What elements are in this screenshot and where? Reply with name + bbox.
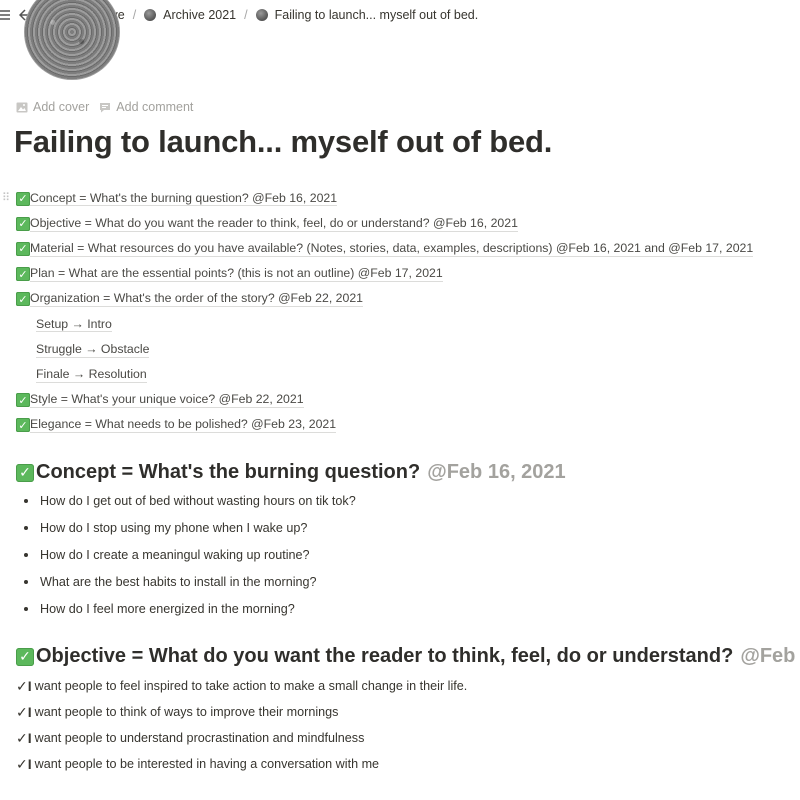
add-comment-label: Add comment [116, 100, 194, 114]
date-mention[interactable]: @Feb 16, 2 [740, 645, 800, 668]
objective-heading[interactable]: ✓ Objective = What do you want the reade… [16, 645, 800, 668]
list-item-text: want people to be interested in having a… [34, 757, 380, 771]
page-icon[interactable] [24, 0, 120, 80]
list-item-text: How do I create a meaningul waking up ro… [40, 547, 310, 562]
add-cover-label: Add cover [33, 100, 90, 114]
comment-icon [100, 102, 111, 112]
bullet-icon [24, 606, 28, 611]
concept-heading[interactable]: ✓ Concept = What's the burning question?… [16, 461, 566, 484]
page-title[interactable]: Failing to launch... myself out of bed. [14, 124, 552, 160]
breadcrumb-label: Failing to launch... myself out of bed. [274, 8, 479, 22]
toc-item[interactable]: ✓ Material = What resources do you have … [16, 236, 800, 261]
checkmark-icon: ✓ [16, 191, 30, 206]
toc-subitem[interactable]: Struggle → Obstacle [16, 337, 800, 362]
objective-list: ✓I want people to feel inspired to take … [16, 673, 796, 777]
topbar: Archive / Archive 2021 / Failing to laun… [0, 0, 800, 30]
checkmark-icon: ✓ [16, 463, 34, 482]
checkmark-icon: ✓ [16, 418, 30, 433]
breadcrumb-current-page[interactable]: Failing to launch... myself out of bed. [255, 8, 479, 22]
breadcrumb-separator: / [132, 8, 137, 22]
image-icon [16, 102, 28, 112]
toc-item-link[interactable]: Elegance = What needs to be polished? @F… [30, 417, 337, 434]
bullet-icon [24, 579, 28, 584]
breadcrumb-archive-2021[interactable]: Archive 2021 [144, 8, 236, 22]
bullet-icon [24, 552, 28, 557]
list-item[interactable]: How do I stop using my phone when I wake… [20, 515, 780, 542]
bullet-icon [24, 526, 28, 531]
toc-item-link[interactable]: Concept = What's the burning question? @… [30, 191, 338, 207]
list-item[interactable]: How do I create a meaningul waking up ro… [20, 542, 780, 569]
toc-list: ⠿ ✓ Concept = What's the burning questio… [2, 186, 800, 438]
breadcrumb-label: Archive 2021 [163, 8, 237, 22]
list-item-text: want people to think of ways to improve … [34, 705, 339, 719]
checkmark-icon: ✓I [16, 703, 32, 720]
list-item[interactable]: ✓I want people to understand procrastina… [16, 725, 796, 751]
list-item[interactable]: How do I get out of bed without wasting … [20, 488, 780, 515]
toc-item-link[interactable]: Finale → Resolution [36, 367, 147, 383]
list-item[interactable]: What are the best habits to install in t… [20, 568, 780, 595]
list-item-text: want people to feel inspired to take act… [34, 679, 468, 693]
toc-item-link[interactable]: Material = What resources do you have av… [30, 241, 754, 257]
list-item[interactable]: ✓I want people to feel inspired to take … [16, 673, 796, 699]
drag-handle-icon[interactable]: ⠿ [2, 192, 10, 204]
checkmark-icon: ✓ [16, 393, 30, 408]
checkmark-icon: ✓ [16, 267, 30, 282]
list-item-text: How do I feel more energized in the morn… [40, 601, 295, 616]
toc-item-link[interactable]: Organization = What's the order of the s… [30, 291, 364, 308]
date-mention[interactable]: @Feb 16, 2021 [427, 461, 565, 484]
checkmark-icon: ✓I [16, 755, 32, 772]
toc-item[interactable]: ✓ Plan = What are the essential points? … [16, 262, 800, 287]
toc-item-link[interactable]: Plan = What are the essential points? (t… [30, 266, 443, 283]
checkmark-icon: ✓ [16, 216, 30, 231]
heading-text: Objective = What do you want the reader … [36, 645, 734, 667]
checkmark-icon: ✓ [16, 292, 30, 307]
toc-item[interactable]: ✓ Elegance = What needs to be polished? … [16, 413, 800, 438]
page-actions: Add cover Add comment [16, 100, 193, 114]
list-item-text: What are the best habits to install in t… [40, 574, 317, 589]
toc-item-link[interactable]: Struggle → Obstacle [36, 342, 150, 358]
list-item[interactable]: How do I feel more energized in the morn… [20, 595, 780, 622]
checkmark-icon: ✓ [16, 647, 34, 666]
page-avatar-icon [255, 9, 268, 21]
toc-item[interactable]: ✓ Organization = What's the order of the… [16, 287, 800, 312]
heading-text: Concept = What's the burning question? [36, 461, 421, 483]
checkmark-icon: ✓ [16, 241, 30, 256]
toc-subitem[interactable]: Finale → Resolution [16, 362, 800, 387]
toc-item[interactable]: ✓ Style = What's your unique voice? @Feb… [16, 388, 800, 413]
concept-bullet-list: How do I get out of bed without wasting … [20, 488, 780, 622]
menu-icon[interactable] [0, 0, 11, 30]
add-comment-button[interactable]: Add comment [99, 100, 193, 114]
toc-subitem[interactable]: Setup → Intro [16, 312, 800, 337]
toc-item-link[interactable]: Objective = What do you want the reader … [30, 216, 518, 232]
page: Archive / Archive 2021 / Failing to laun… [0, 0, 800, 800]
checkmark-icon: ✓I [16, 729, 32, 746]
checkmark-icon: ✓I [16, 677, 32, 694]
list-item-text: How do I stop using my phone when I wake… [40, 521, 308, 536]
page-avatar-icon [144, 9, 157, 21]
list-item[interactable]: ✓I want people to think of ways to impro… [16, 699, 796, 725]
list-item-text: want people to understand procrastinatio… [34, 731, 365, 745]
toc-item[interactable]: ✓ Concept = What's the burning question?… [16, 186, 800, 211]
bullet-icon [24, 499, 28, 504]
list-item-text: How do I get out of bed without wasting … [40, 494, 356, 509]
list-item[interactable]: ✓I want people to be interested in havin… [16, 751, 796, 777]
toc-item[interactable]: ✓ Objective = What do you want the reade… [16, 211, 800, 236]
add-cover-button[interactable]: Add cover [16, 100, 89, 114]
toc-item-link[interactable]: Setup → Intro [36, 317, 112, 333]
toc-item-link[interactable]: Style = What's your unique voice? @Feb 2… [30, 392, 304, 408]
breadcrumb-separator: / [244, 8, 248, 22]
